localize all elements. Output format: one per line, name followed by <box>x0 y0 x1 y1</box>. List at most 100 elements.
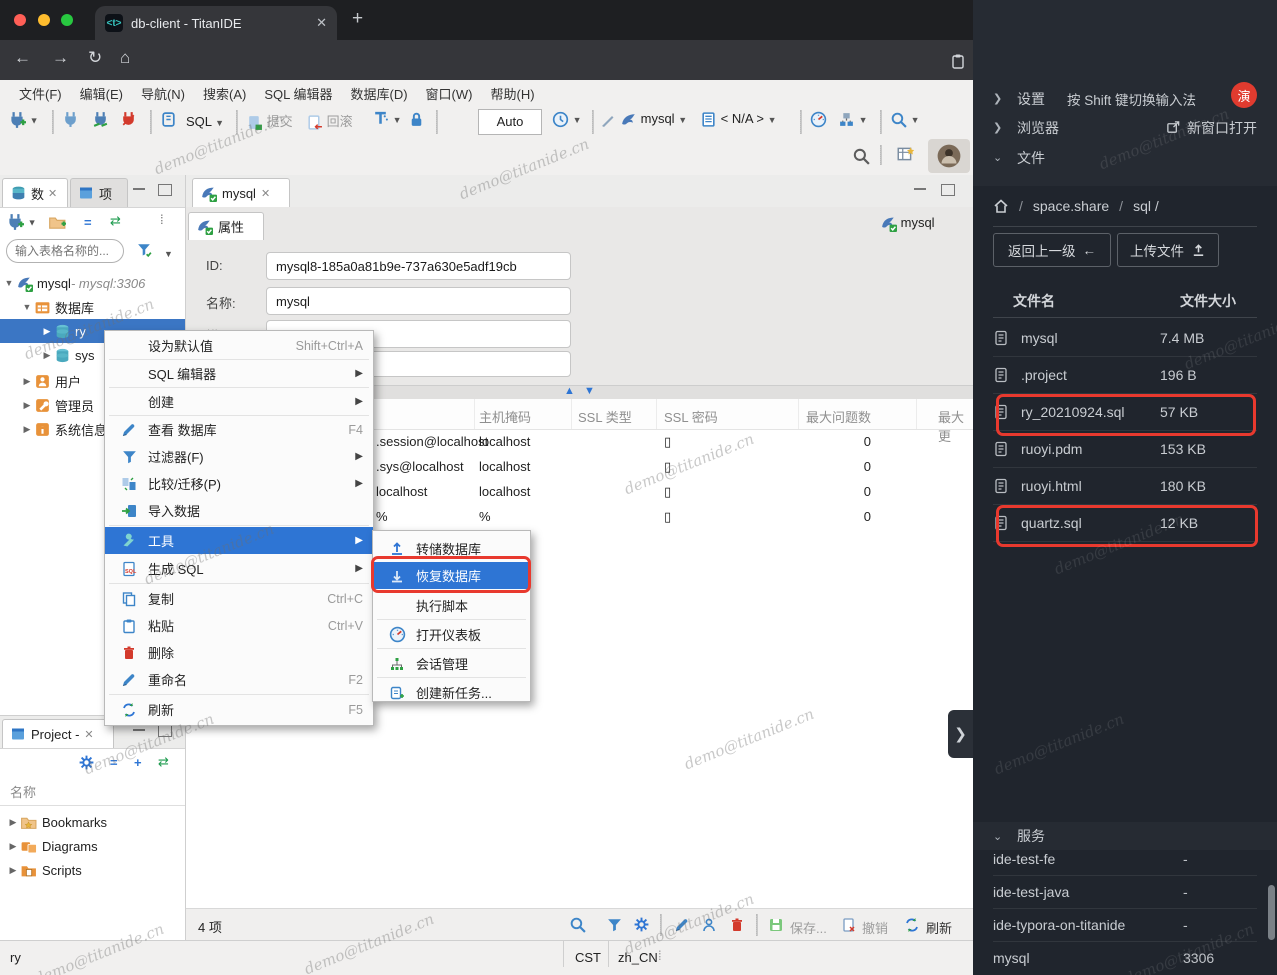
close-tab-icon[interactable]: ✕ <box>316 15 327 31</box>
editor-tab-mysql[interactable]: mysql ✕ <box>192 178 290 207</box>
lock-toolbar-icon[interactable] <box>408 111 425 128</box>
go-up-button[interactable]: 返回上一级 ← <box>993 233 1111 267</box>
col-host-mask[interactable]: 主机掩码 <box>479 407 531 426</box>
minimize-panel-icon[interactable] <box>133 188 145 193</box>
upload-file-button[interactable]: 上传文件 <box>1117 233 1219 267</box>
close-tab-icon[interactable]: ✕ <box>261 187 270 200</box>
minimize-editor-icon[interactable] <box>914 188 926 193</box>
service-row[interactable]: ide-test-java - <box>993 875 1257 909</box>
tree-node-databases[interactable]: ▼ 数据库 <box>20 295 94 319</box>
tree-node-diagrams[interactable]: ▶ Diagrams <box>6 834 98 858</box>
filter-caret-icon[interactable]: ▼ <box>164 245 173 260</box>
refresh-sync-icon[interactable] <box>904 916 920 933</box>
menu-edit[interactable]: 编辑(E) <box>71 84 132 103</box>
scrollbar-thumb[interactable] <box>1268 885 1275 940</box>
menu-sql-editor[interactable]: SQL 编辑器 ▶ <box>105 360 373 387</box>
menu-search[interactable]: 搜索(A) <box>194 84 255 103</box>
link-editor-icon[interactable]: ⇄ <box>158 754 169 770</box>
file-row-mysql[interactable]: mysql 7.4 MB <box>993 319 1257 357</box>
quick-search-icon[interactable] <box>852 147 870 165</box>
grid-search-icon[interactable] <box>569 916 586 933</box>
collapse-all-icon[interactable]: = <box>110 755 118 770</box>
tree-node-bookmarks[interactable]: ▶ Bookmarks <box>6 810 108 834</box>
table-filter-input[interactable] <box>6 239 124 263</box>
minimize-window-button[interactable] <box>37 14 50 26</box>
transaction-mode-icon[interactable] <box>160 111 177 128</box>
maximize-editor-icon[interactable] <box>941 184 955 196</box>
file-row-quartz-sql[interactable]: quartz.sql 12 KB <box>993 504 1257 542</box>
save-disk-icon[interactable] <box>768 916 784 933</box>
name-field[interactable] <box>266 287 571 315</box>
service-row[interactable]: mysql 3306 <box>993 941 1257 974</box>
user-avatar-button[interactable] <box>928 139 970 173</box>
sidebar-collapse-handle[interactable]: ❯ <box>948 710 973 758</box>
tree-node-sys[interactable]: ▶ sys <box>40 343 95 367</box>
menu-navigate[interactable]: 导航(N) <box>132 84 194 103</box>
file-row-ry-sql[interactable]: ry_20210924.sql 57 KB <box>993 393 1257 431</box>
sidebar-browser-row[interactable]: ❯ 浏览器 新窗口打开 <box>973 113 1277 142</box>
menu-refresh[interactable]: 刷新 F5 <box>105 696 373 723</box>
tab-project[interactable]: Project - ✕ <box>2 719 114 748</box>
menu-sql-editor[interactable]: SQL 编辑器 <box>255 84 341 103</box>
splitter-down-icon[interactable]: ▼ <box>584 385 595 397</box>
col-ssl-cipher[interactable]: SSL 密码 <box>664 407 718 426</box>
minimize-panel-icon[interactable] <box>133 729 145 734</box>
forward-icon[interactable]: → <box>52 48 69 68</box>
sidebar-files-row[interactable]: ⌄ 文件 <box>973 143 1277 172</box>
home-icon[interactable]: ⌂ <box>120 48 130 68</box>
expand-all-icon[interactable]: + <box>134 755 142 770</box>
refresh-label[interactable]: 刷新 <box>926 918 952 937</box>
menu-file[interactable]: 文件(F) <box>10 84 71 103</box>
sql-mode-button[interactable]: SQL ▼ <box>186 114 224 129</box>
settings-gear-icon[interactable] <box>78 754 95 771</box>
back-icon[interactable]: ← <box>14 48 31 68</box>
history-clock-icon[interactable]: ▼ <box>552 111 582 128</box>
menu-delete[interactable]: 删除 <box>105 639 373 666</box>
sidebar-services-row[interactable]: ⌄ 服务 <box>973 822 1277 850</box>
new-connection-button[interactable]: ▼ <box>8 111 39 129</box>
schema-combo[interactable]: < N/A > ▼ <box>700 111 777 128</box>
grid-settings-gear-icon[interactable] <box>633 916 650 933</box>
menu-generate-sql[interactable]: SQL 生成 SQL ▶ <box>105 555 373 582</box>
view-menu-dots-icon[interactable]: ⁞ <box>160 212 165 227</box>
file-row-ruoyi-pdm[interactable]: ruoyi.pdm 153 KB <box>993 430 1257 468</box>
menu-view-database[interactable]: 查看 数据库 F4 <box>105 416 373 443</box>
disconnect-icon[interactable] <box>120 111 137 128</box>
status-dots-icon[interactable]: ⁞ <box>658 948 662 963</box>
menu-copy[interactable]: 复制 Ctrl+C <box>105 585 373 612</box>
submenu-open-dashboard[interactable]: 打开仪表板 <box>373 621 530 648</box>
browser-tab[interactable]: <t> db-client - TitanIDE ✕ <box>95 6 337 40</box>
tree-node-connection[interactable]: ▼ mysql - mysql:3306 <box>2 271 145 295</box>
submenu-execute-script[interactable]: 执行脚本 <box>373 592 530 619</box>
breadcrumb-sql[interactable]: sql / <box>1133 198 1159 214</box>
submenu-session-manager[interactable]: 会话管理 <box>373 650 530 677</box>
new-table-grid-icon[interactable] <box>896 145 914 163</box>
tree-node-administration[interactable]: ▶ 管理员 <box>20 393 94 417</box>
tree-node-scripts[interactable]: ▶ Scripts <box>6 858 82 882</box>
submenu-create-task[interactable]: 创建新任务... <box>373 679 530 706</box>
transaction-filter-icon[interactable]: ▼ <box>372 111 402 128</box>
active-connection-combo[interactable]: mysql ▼ <box>620 111 687 128</box>
col-max-questions[interactable]: 最大问题数 <box>791 407 871 426</box>
delete-trash-icon[interactable] <box>729 916 745 933</box>
revert-label[interactable]: 撤销 <box>862 918 888 937</box>
tab-projects[interactable]: 项 <box>70 178 128 207</box>
traffic-lights[interactable] <box>14 14 81 29</box>
menu-compare-migrate[interactable]: 比较/迁移(P) ▶ <box>105 470 373 497</box>
new-connection-icon[interactable]: ▼ <box>6 213 37 231</box>
reload-icon[interactable]: ↻ <box>88 48 102 68</box>
service-row[interactable]: ide-typora-on-titanide - <box>993 908 1257 942</box>
menu-import-data[interactable]: 导入数据 <box>105 497 373 524</box>
menu-database[interactable]: 数据库(D) <box>342 84 417 103</box>
rollback-button[interactable]: 回滚 <box>306 111 353 131</box>
close-tab-icon[interactable]: ✕ <box>48 187 57 200</box>
maximize-panel-icon[interactable] <box>158 725 172 737</box>
add-user-icon[interactable] <box>701 916 717 933</box>
menu-filter[interactable]: 过滤器(F) ▶ <box>105 443 373 470</box>
submenu-restore-database[interactable]: 恢复数据库 <box>373 562 530 589</box>
open-new-window-button[interactable]: 新窗口打开 <box>1166 118 1257 138</box>
filter-funnel-icon[interactable] <box>136 241 153 258</box>
menu-tools[interactable]: 工具 ▶ <box>105 527 373 554</box>
home-icon[interactable] <box>993 198 1009 214</box>
menu-paste[interactable]: 粘贴 Ctrl+V <box>105 612 373 639</box>
